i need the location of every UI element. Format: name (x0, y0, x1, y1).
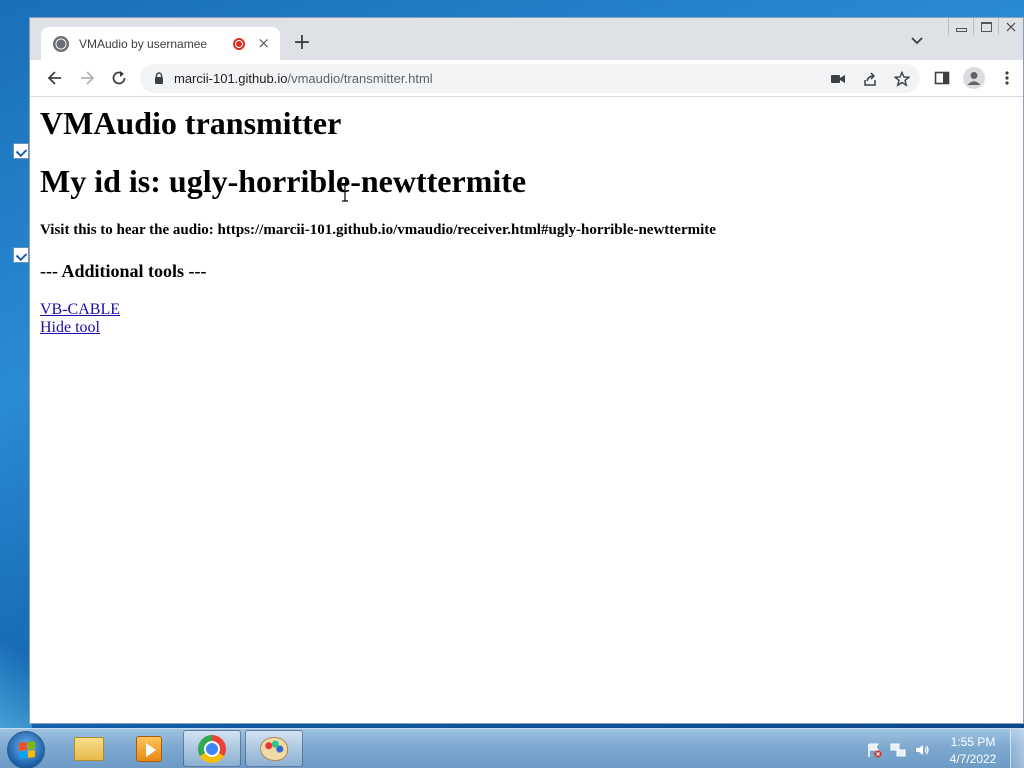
share-icon[interactable] (862, 71, 878, 87)
new-tab-button[interactable]: + (292, 32, 312, 54)
browser-window: VMAudio by usernamee × + marcii-101.gith… (29, 17, 1024, 724)
system-clock[interactable]: 1:55 PM 4/7/2022 (944, 734, 1002, 768)
arrow-left-icon (47, 71, 61, 85)
taskbar-media-player[interactable] (120, 730, 178, 767)
globe-icon (53, 35, 69, 52)
tab-title: VMAudio by usernamee (79, 36, 208, 51)
url-text[interactable]: marcii-101.github.io/vmaudio/transmitter… (174, 71, 433, 86)
clock-date: 4/7/2022 (949, 752, 997, 766)
receiver-link-text: Visit this to hear the audio: https://ma… (40, 222, 716, 238)
page-title: VMAudio transmitter (40, 105, 342, 141)
network-icon[interactable] (890, 742, 906, 758)
additional-tools-heading: --- Additional tools --- (40, 261, 207, 281)
profile-avatar-icon (967, 72, 981, 85)
browser-tab[interactable]: VMAudio by usernamee × (41, 27, 280, 60)
taskbar-chrome[interactable] (183, 730, 241, 767)
forward-button[interactable] (77, 68, 97, 88)
profile-button[interactable] (963, 67, 985, 89)
taskbar-paint[interactable] (245, 730, 303, 767)
url-host: marcii-101.github.io (174, 71, 288, 86)
kebab-menu-icon[interactable] (999, 70, 1015, 86)
bookmark-star-icon[interactable] (894, 71, 910, 87)
window-controls (948, 18, 1023, 35)
desktop-shortcut-icon[interactable] (13, 143, 29, 159)
side-panel-icon[interactable] (934, 70, 950, 86)
recording-indicator-icon (233, 37, 246, 50)
web-page: VMAudio transmitter My id is: ugly-horri… (30, 98, 1023, 723)
paint-icon (260, 736, 288, 761)
browser-toolbar: marcii-101.github.io/vmaudio/transmitter… (30, 60, 1023, 97)
taskbar: 1:55 PM 4/7/2022 (0, 728, 1024, 768)
action-center-flag-icon[interactable] (866, 742, 882, 758)
windows-logo-icon (19, 741, 35, 759)
maximize-button[interactable] (973, 18, 998, 35)
arrow-right-icon (81, 71, 95, 85)
url-path: /vmaudio/transmitter.html (287, 71, 433, 86)
volume-icon[interactable] (914, 742, 930, 758)
text-cursor-icon (342, 184, 348, 202)
show-desktop-button[interactable] (1010, 729, 1024, 768)
desktop-wallpaper-glow (0, 618, 32, 728)
tab-strip: VMAudio by usernamee × + (30, 18, 1023, 60)
hide-tool-link[interactable]: Hide tool (40, 319, 100, 337)
close-window-button[interactable] (998, 18, 1023, 35)
reload-icon (112, 71, 126, 85)
taskbar-explorer[interactable] (60, 730, 118, 767)
tab-search-chevron-icon[interactable] (911, 37, 923, 49)
back-button[interactable] (45, 68, 65, 88)
media-player-icon (136, 735, 162, 762)
vb-cable-link[interactable]: VB-CABLE (40, 301, 120, 319)
tab-close-button[interactable]: × (257, 36, 270, 51)
address-bar[interactable]: marcii-101.github.io/vmaudio/transmitter… (140, 64, 920, 93)
reload-button[interactable] (109, 68, 129, 88)
chrome-icon (198, 734, 226, 763)
clock-time: 1:55 PM (950, 735, 996, 749)
folder-icon (74, 736, 104, 761)
start-button[interactable] (7, 731, 45, 768)
desktop-shortcut-icon[interactable] (13, 247, 29, 263)
id-heading: My id is: ugly-horrible-newttermite (40, 163, 527, 199)
camera-icon[interactable] (830, 71, 846, 87)
lock-icon[interactable] (154, 72, 164, 84)
close-icon (1006, 22, 1016, 31)
minimize-button[interactable] (948, 18, 973, 35)
